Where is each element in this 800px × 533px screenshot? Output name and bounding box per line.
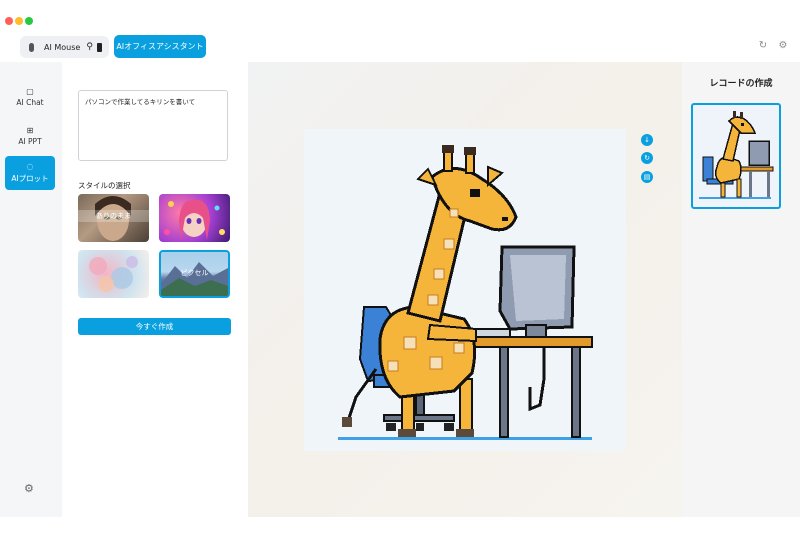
office-assistant-button[interactable]: AIオフィスアシスタント [114, 35, 206, 58]
minimize-window-button[interactable] [15, 17, 23, 25]
anime-thumbnail [164, 199, 225, 240]
sidebar: ▢ AI Chat ⊞ AI PPT ◌ AIプロット ⚙ [0, 62, 62, 517]
settings-gear-icon[interactable]: ⚙ [24, 482, 34, 495]
sidebar-item-ai-plot[interactable]: ◌ AIプロット [5, 156, 55, 190]
regenerate-icon[interactable]: ↻ [641, 152, 653, 164]
prompt-input[interactable]: パソコンで作業してるキリンを書いて [78, 90, 228, 161]
device-status[interactable]: AI Mouse ⚲ [20, 36, 109, 58]
sidebar-item-label: AIプロット [11, 174, 49, 183]
create-now-button[interactable]: 今すぐ作成 [78, 318, 231, 335]
style-label: ありのまま [78, 210, 149, 222]
sidebar-item-ai-chat[interactable]: ▢ AI Chat [5, 80, 55, 114]
records-panel: レコードの作成 [682, 62, 800, 517]
close-window-button[interactable] [5, 17, 13, 25]
mouse-icon [29, 42, 34, 52]
style-label: ピクセル [180, 269, 209, 277]
generation-panel: パソコンで作業してるキリンを書いて スタイルの選択 ありのまま ピクセル 今すぐ… [62, 62, 248, 517]
style-option-watercolor[interactable] [78, 250, 149, 298]
records-title: レコードの作成 [709, 79, 773, 89]
sidebar-item-label: AI Chat [16, 98, 44, 107]
sidebar-item-label: AI PPT [18, 137, 42, 146]
style-option-realistic[interactable]: ありのまま [78, 194, 149, 242]
watercolor-thumbnail [89, 256, 138, 292]
style-option-pixel[interactable]: ピクセル [159, 250, 230, 298]
refresh-icon[interactable]: ↻ [757, 40, 769, 52]
delete-icon[interactable]: ▤ [641, 171, 653, 183]
canvas-area: ↓ ↻ ▤ [248, 62, 682, 517]
bottom-strip [0, 517, 800, 533]
style-option-anime[interactable] [159, 194, 230, 242]
chat-icon: ▢ [26, 87, 34, 96]
download-icon[interactable]: ↓ [641, 134, 653, 146]
style-heading: スタイルの選択 [78, 181, 131, 190]
battery-icon [96, 42, 102, 52]
device-name: AI Mouse [44, 42, 81, 52]
presentation-icon: ⊞ [26, 126, 34, 135]
usb-icon: ⚲ [86, 42, 93, 52]
title-bar: AI Mouse ⚲ AIオフィスアシスタント ↻ ⚙ [0, 0, 800, 62]
giraffe-record-image [699, 111, 774, 199]
giraffe-artwork [338, 145, 593, 440]
maximize-window-button[interactable] [25, 17, 33, 25]
record-thumbnail[interactable] [691, 103, 781, 209]
generated-image[interactable] [304, 129, 626, 451]
gear-icon[interactable]: ⚙ [777, 40, 789, 52]
sidebar-item-ai-ppt[interactable]: ⊞ AI PPT [5, 119, 55, 153]
brush-icon: ◌ [26, 162, 34, 171]
